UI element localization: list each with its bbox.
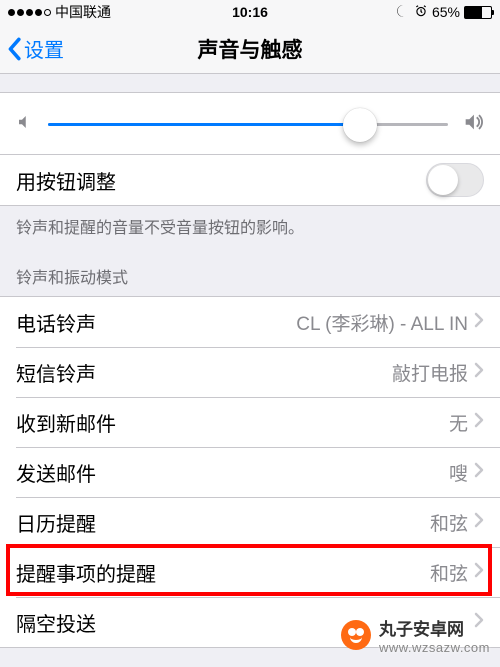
list-item-value: 敲打电报 [392,359,468,386]
list-item-label: 日历提醒 [16,508,430,537]
speaker-high-icon [462,111,484,138]
chevron-right-icon [474,411,484,434]
button-adjust-switch[interactable] [426,163,484,197]
clock: 10:16 [232,4,268,20]
status-right: 65% [268,4,492,21]
watermark-text: 丸子安卓网 www.wzsazw.com [379,615,490,655]
volume-footer-note: 铃声和提醒的音量不受音量按钮的影响。 [0,206,500,250]
list-item-label: 提醒事项的提醒 [16,558,430,587]
section-header-ringtones: 铃声和振动模式 [0,250,500,296]
back-label: 设置 [24,34,64,63]
list-item[interactable]: 电话铃声CL (李彩琳) - ALL IN [0,297,500,347]
slider-thumb[interactable] [343,108,377,142]
ringtone-list: 电话铃声CL (李彩琳) - ALL IN短信铃声敲打电报收到新邮件无发送邮件嗖… [0,296,500,648]
list-item-value: CL (李彩琳) - ALL IN [296,309,468,336]
signal-strength-icon [8,9,51,16]
list-item[interactable]: 收到新邮件无 [0,397,500,447]
watermark-logo-icon [341,620,371,650]
chevron-right-icon [474,361,484,384]
alarm-icon [414,4,428,21]
chevron-right-icon [474,461,484,484]
chevron-left-icon [6,37,22,61]
page-title: 声音与触感 [0,34,500,64]
list-item[interactable]: 日历提醒和弦 [0,497,500,547]
list-item[interactable]: 提醒事项的提醒和弦 [0,547,500,597]
speaker-low-icon [16,113,34,136]
nav-bar: 设置 声音与触感 [0,24,500,74]
do-not-disturb-icon [396,4,410,21]
button-adjust-row[interactable]: 用按钮调整 [0,155,500,205]
chevron-right-icon [474,561,484,584]
list-item-label: 电话铃声 [16,308,296,337]
battery-pct: 65% [432,4,460,20]
battery-icon [464,6,492,19]
list-item-label: 短信铃声 [16,358,392,387]
list-item[interactable]: 短信铃声敲打电报 [0,347,500,397]
list-item-value: 和弦 [430,559,468,586]
carrier-label: 中国联通 [55,2,111,22]
list-item-value: 无 [449,409,468,436]
watermark-url: www.wzsazw.com [379,640,490,655]
volume-slider-row [0,92,500,155]
list-item-label: 收到新邮件 [16,408,449,437]
volume-slider[interactable] [48,113,448,137]
list-item-label: 发送邮件 [16,458,449,487]
watermark-brand: 丸子安卓网 [379,620,464,639]
chevron-right-icon [474,511,484,534]
back-button[interactable]: 设置 [0,34,64,63]
watermark: 丸子安卓网 www.wzsazw.com [341,615,490,655]
list-item-value: 和弦 [430,509,468,536]
chevron-right-icon [474,311,484,334]
status-left: 中国联通 [8,2,232,22]
status-bar: 中国联通 10:16 65% [0,0,500,24]
button-adjust-label: 用按钮调整 [16,166,426,195]
list-item-value: 嗖 [449,459,468,486]
list-item[interactable]: 发送邮件嗖 [0,447,500,497]
